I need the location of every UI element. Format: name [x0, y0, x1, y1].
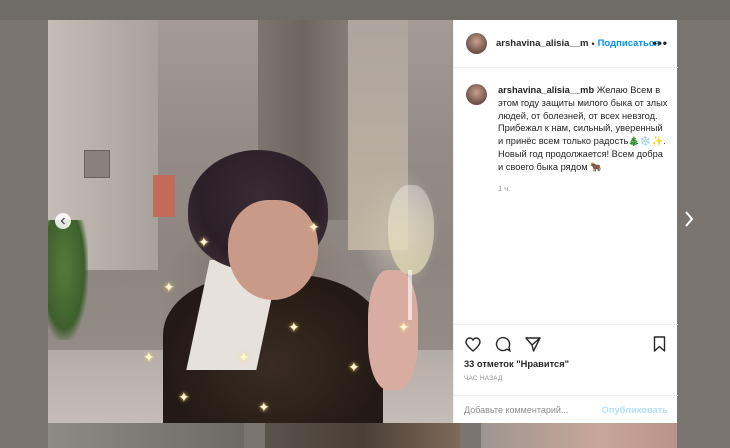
sparkle-icon: ✦ — [143, 349, 155, 365]
post-photo[interactable]: ✦ ✦ ✦ ✦ ✦ ✦ ✦ ✦ ✦ ✦ — [48, 20, 453, 423]
bookmark-icon[interactable] — [650, 335, 668, 353]
heart-icon[interactable] — [464, 335, 482, 353]
sparkle-icon: ✦ — [178, 389, 190, 405]
caption-body: Желаю Всем в этом году защиты милого бык… — [498, 85, 668, 172]
likes-count[interactable]: 33 отметок "Нравится" — [464, 359, 569, 369]
comment-icon[interactable] — [494, 335, 512, 353]
post-side-panel: arshavina_alisia__m • Подписаться ••• ar… — [453, 20, 678, 423]
share-icon[interactable] — [524, 335, 542, 353]
profile-grid-thumbnail[interactable] — [265, 423, 460, 448]
caption-username-link[interactable]: arshavina_alisia__mb — [498, 85, 594, 95]
comment-input[interactable] — [464, 405, 602, 415]
avatar[interactable] — [466, 84, 487, 105]
chevron-right-icon — [683, 210, 695, 233]
sparkle-icon: ✦ — [308, 219, 320, 235]
header-username-link[interactable]: arshavina_alisia__m — [496, 38, 588, 49]
post-actions: 33 отметок "Нравится" ЧАС НАЗАД Опублико… — [454, 324, 678, 423]
more-options-icon[interactable]: ••• — [652, 36, 668, 50]
comment-bar: Опубликовать — [454, 395, 678, 424]
previous-photo-button[interactable] — [55, 213, 71, 229]
profile-grid-thumbnail[interactable] — [481, 423, 677, 448]
caption-timestamp[interactable]: 1 ч. — [498, 184, 670, 193]
sparkle-icon: ✦ — [398, 319, 410, 335]
sparkle-icon: ✦ — [348, 359, 360, 375]
action-row — [464, 335, 542, 353]
sparkle-icon: ✦ — [288, 319, 300, 335]
sparkle-icon: ✦ — [238, 349, 250, 365]
post-caption: arshavina_alisia__mb Желаю Всем в этом г… — [466, 84, 670, 193]
avatar[interactable] — [466, 33, 487, 54]
next-post-button[interactable] — [681, 210, 697, 233]
posted-time[interactable]: ЧАС НАЗАД — [464, 375, 503, 382]
post-header: arshavina_alisia__m • Подписаться ••• — [454, 20, 678, 68]
sparkle-icon: ✦ — [198, 234, 210, 250]
profile-grid-thumbnail[interactable] — [48, 423, 244, 448]
backdrop — [0, 0, 730, 20]
follow-button[interactable]: Подписаться — [598, 38, 660, 49]
publish-button[interactable]: Опубликовать — [602, 405, 668, 415]
chevron-left-icon — [59, 212, 67, 230]
sparkle-icon: ✦ — [258, 399, 270, 415]
caption-text: arshavina_alisia__mb Желаю Всем в этом г… — [498, 84, 670, 174]
sparkle-icon: ✦ — [163, 279, 175, 295]
separator-dot: • — [591, 38, 595, 49]
